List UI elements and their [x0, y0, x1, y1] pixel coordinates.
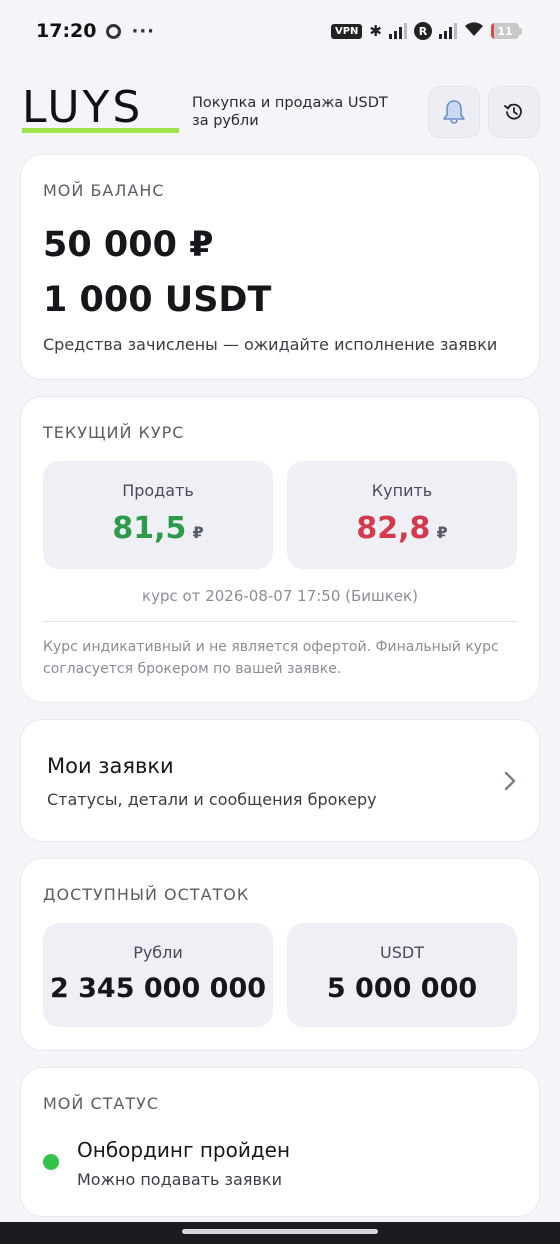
sell-rate-value: 81,5 [112, 511, 187, 546]
vpn-icon: VPN [330, 23, 363, 39]
buy-rate-value: 82,8 [356, 511, 431, 546]
sell-label: Продать [122, 481, 194, 500]
sell-rate-box[interactable]: Продать 81,5 ₽ [43, 461, 273, 569]
logo-text: LUYS [22, 82, 144, 133]
my-orders-link[interactable]: Мои заявки Статусы, детали и сообщения б… [20, 719, 540, 842]
remain-rub-label: Рубли [133, 943, 183, 962]
remain-usdt-value: 5 000 000 [326, 973, 478, 1004]
status-indicator-icon [43, 1154, 59, 1170]
status-bar-left: 17:20 ··· [36, 20, 155, 42]
rate-title: ТЕКУЩИЙ КУРС [43, 423, 185, 442]
battery-icon: 11 [491, 23, 522, 39]
home-gesture-handle[interactable] [182, 1229, 378, 1234]
remain-rub-value: 2 345 000 000 [49, 973, 267, 1004]
status-title: МОЙ СТАТУС [43, 1094, 160, 1113]
sell-rate: 81,5 ₽ [43, 511, 273, 546]
buy-rate: 82,8 ₽ [287, 511, 517, 546]
rate-card: ТЕКУЩИЙ КУРС Продать 81,5 ₽ Купить 82,8 ₽ … [20, 396, 540, 703]
app-tagline: Покупка и продажа USDT за рубли [192, 95, 388, 129]
signal-icon [389, 23, 407, 39]
battery-fill [491, 23, 495, 39]
orders-subtitle: Статусы, детали и сообщения брокеру [47, 790, 377, 809]
remain-usdt-label: USDT [380, 943, 424, 962]
battery-level: 11 [497, 24, 513, 38]
remain-title: ДОСТУПНЫЙ ОСТАТОК [43, 885, 250, 904]
status-headline: Онбординг пройден [77, 1138, 291, 1162]
sell-rate-currency: ₽ [192, 523, 204, 542]
buy-rate-currency: ₽ [436, 523, 448, 542]
signal-icon [439, 23, 457, 39]
more-notifications-icon: ··· [131, 20, 155, 42]
bell-icon [443, 100, 465, 124]
history-icon [504, 103, 522, 120]
status-bar: 17:20 ··· VPN ✱ R 11 [0, 0, 560, 62]
status-time: 17:20 [36, 20, 97, 42]
buy-rate-box[interactable]: Купить 82,8 ₽ [287, 461, 517, 569]
balance-usdt: 1 000 USDT [43, 280, 272, 320]
status-bar-right: VPN ✱ R 11 [330, 21, 522, 41]
status-subtitle: Можно подавать заявки [77, 1170, 282, 1189]
orders-title: Мои заявки [47, 754, 174, 778]
buy-label: Купить [371, 481, 433, 500]
luys-logo: LUYS [22, 84, 179, 136]
rate-timestamp: курс от 2026-08-07 17:50 (Бишкек) [142, 587, 418, 605]
bluetooth-icon: ✱ [369, 22, 382, 40]
balance-title: МОЙ БАЛАНС [43, 181, 165, 200]
my-status-card: МОЙ СТАТУС Онбординг пройден Можно подав… [20, 1067, 540, 1217]
remain-rub-box: Рубли 2 345 000 000 [43, 923, 273, 1027]
system-nav-bar [0, 1222, 560, 1244]
notifications-button[interactable] [428, 86, 480, 138]
chrome-icon [106, 23, 122, 39]
app-header: LUYS Покупка и продажа USDT за рубли [0, 84, 560, 138]
available-balance-card: ДОСТУПНЫЙ ОСТАТОК Рубли 2 345 000 000 US… [20, 858, 540, 1051]
history-button[interactable] [488, 86, 540, 138]
roaming-icon: R [414, 22, 432, 40]
balance-rub: 50 000 ₽ [43, 225, 214, 265]
rate-disclaimer: Курс индикативный и не является офертой.… [43, 639, 499, 677]
wifi-icon [464, 21, 484, 41]
balance-note: Средства зачислены — ожидайте исполнение… [43, 335, 498, 354]
remain-usdt-box: USDT 5 000 000 [287, 923, 517, 1027]
chevron-right-icon [504, 771, 516, 791]
balance-card: МОЙ БАЛАНС 50 000 ₽ 1 000 USDT Средства … [20, 154, 540, 380]
divider [43, 621, 517, 622]
